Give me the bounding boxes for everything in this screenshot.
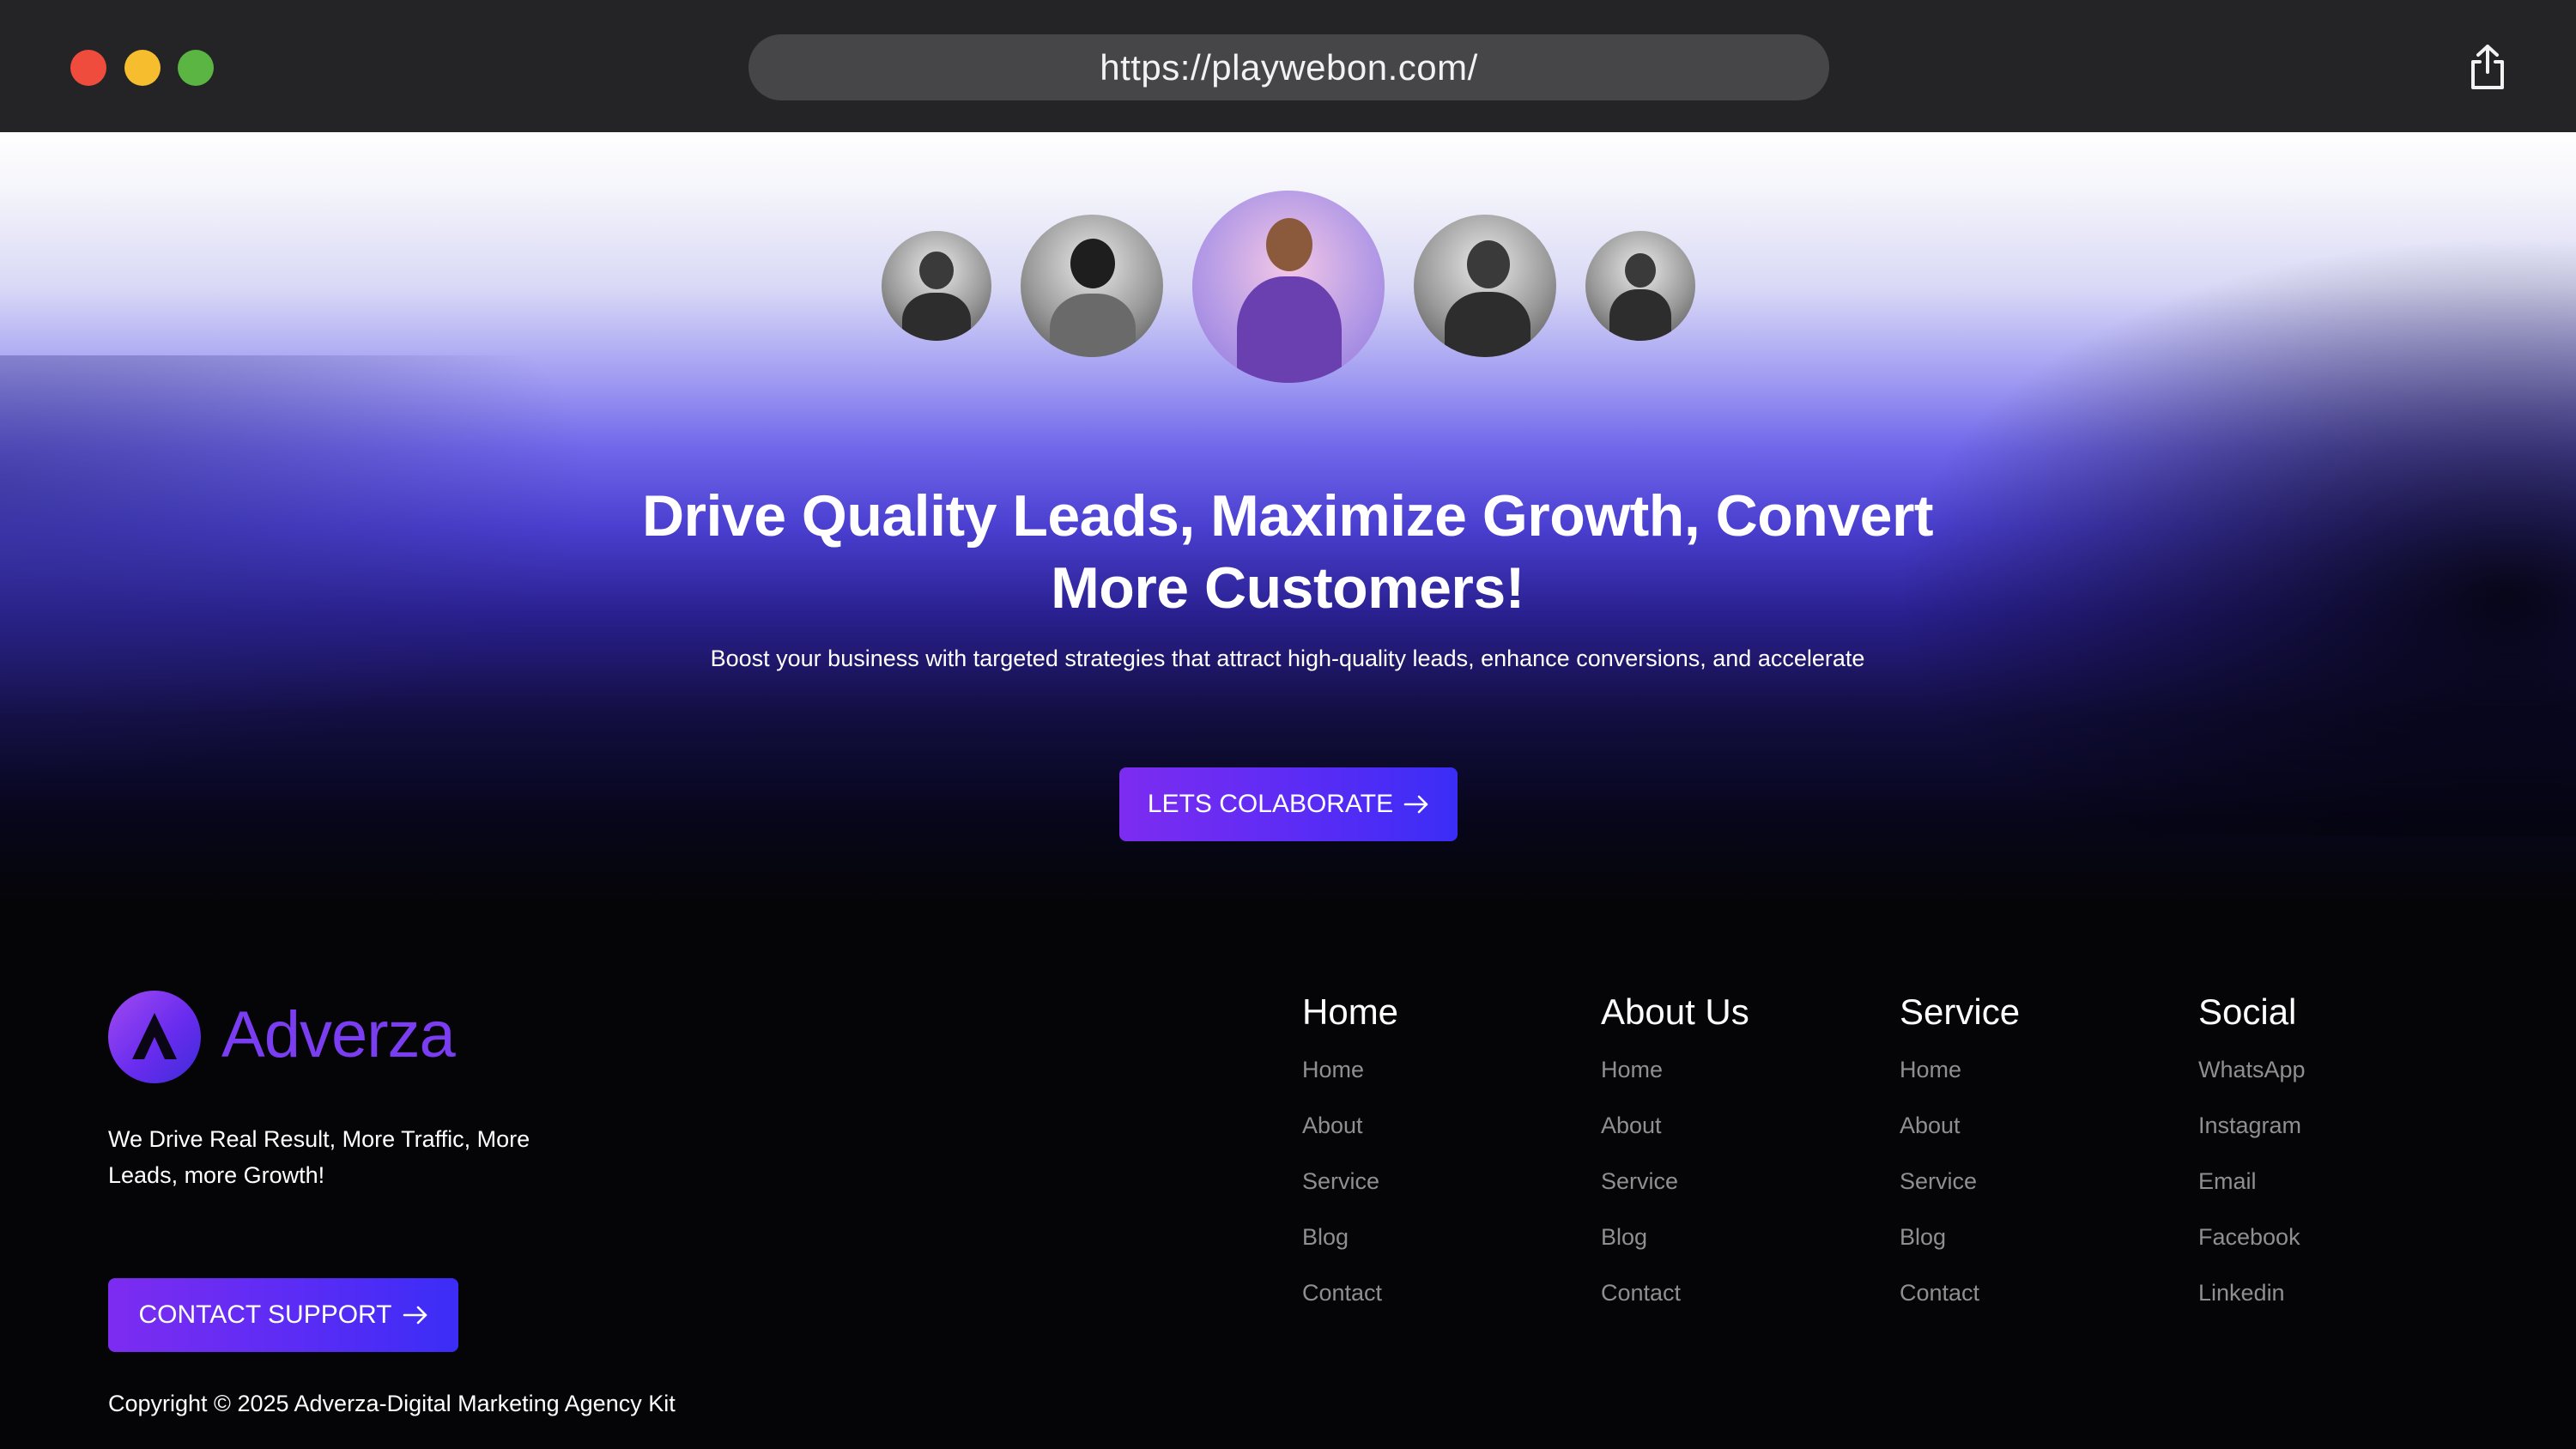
footer-link[interactable]: Home: [1302, 1056, 1398, 1083]
footer-link[interactable]: Service: [1900, 1167, 2020, 1195]
footer-link[interactable]: Blog: [1601, 1223, 1749, 1251]
footer-link[interactable]: Contact: [1302, 1279, 1398, 1307]
address-bar[interactable]: https://playwebon.com/: [749, 34, 1829, 100]
team-avatar-1: [882, 231, 991, 341]
brand-tagline: We Drive Real Result, More Traffic, More…: [108, 1126, 530, 1188]
footer-link[interactable]: Service: [1601, 1167, 1749, 1195]
contact-support-label: CONTACT SUPPORT: [138, 1300, 392, 1329]
page-content: Drive Quality Leads, Maximize Growth, Co…: [0, 132, 2576, 1449]
footer-link[interactable]: About: [1601, 1112, 1749, 1139]
minimize-window-button[interactable]: [124, 50, 161, 86]
share-icon[interactable]: [2468, 43, 2507, 91]
address-bar-url: https://playwebon.com/: [1100, 46, 1478, 88]
close-window-button[interactable]: [70, 50, 106, 86]
brand-name[interactable]: Adverza: [221, 997, 456, 1072]
footer-link[interactable]: Home: [1601, 1056, 1749, 1083]
hero-title: Drive Quality Leads, Maximize Growth, Co…: [641, 483, 1934, 621]
footer-link[interactable]: Blog: [1302, 1223, 1398, 1251]
footer-column-heading: About Us: [1601, 991, 1749, 1032]
footer-link-linkedin[interactable]: Linkedin: [2198, 1279, 2306, 1307]
team-avatar-2: [1021, 215, 1163, 357]
team-avatar-3: [1414, 215, 1556, 357]
footer-column-social: Social WhatsApp Instagram Email Facebook…: [2198, 991, 2306, 1335]
browser-toolbar: https://playwebon.com/: [0, 0, 2576, 132]
hero-shade-right: [1889, 235, 2576, 836]
footer-link[interactable]: Blog: [1900, 1223, 2020, 1251]
footer-link[interactable]: About: [1302, 1112, 1398, 1139]
footer-link[interactable]: Home: [1900, 1056, 2020, 1083]
footer-link-facebook[interactable]: Facebook: [2198, 1223, 2306, 1251]
footer-link[interactable]: About: [1900, 1112, 2020, 1139]
footer-column-heading: Home: [1302, 991, 1399, 1032]
footer-column-heading: Social: [2198, 991, 2297, 1032]
contact-support-button[interactable]: CONTACT SUPPORT: [108, 1278, 458, 1352]
footer-column-heading: Service: [1900, 991, 2021, 1032]
hero-glow-left: [0, 355, 601, 785]
footer-link[interactable]: Service: [1302, 1167, 1398, 1195]
footer-link-instagram[interactable]: Instagram: [2198, 1112, 2306, 1139]
lets-collaborate-label: LETS COLABORATE: [1147, 790, 1394, 818]
team-avatar-4: [1585, 231, 1695, 341]
footer-link[interactable]: Contact: [1601, 1279, 1749, 1307]
copyright-text: Copyright © 2025 Adverza-Digital Marketi…: [108, 1391, 676, 1416]
footer-column-home: Home Home About Service Blog Contact: [1302, 991, 1398, 1335]
footer-column-about-us: About Us Home About Service Blog Contact: [1601, 991, 1749, 1335]
hero-subtitle: Boost your business with targeted strate…: [710, 646, 1865, 671]
maximize-window-button[interactable]: [178, 50, 214, 86]
footer-link-whatsapp[interactable]: WhatsApp: [2198, 1056, 2306, 1083]
brand-logo-glyph: [132, 1013, 177, 1059]
brand-logo-icon[interactable]: [108, 991, 201, 1083]
arrow-right-icon: [1403, 795, 1428, 814]
arrow-right-icon: [403, 1306, 427, 1325]
footer-column-service: Service Home About Service Blog Contact: [1900, 991, 2020, 1335]
lets-collaborate-button[interactable]: LETS COLABORATE: [1119, 767, 1458, 841]
footer-link-email[interactable]: Email: [2198, 1167, 2306, 1195]
footer-link[interactable]: Contact: [1900, 1279, 2020, 1307]
team-avatar-featured: [1192, 191, 1385, 383]
